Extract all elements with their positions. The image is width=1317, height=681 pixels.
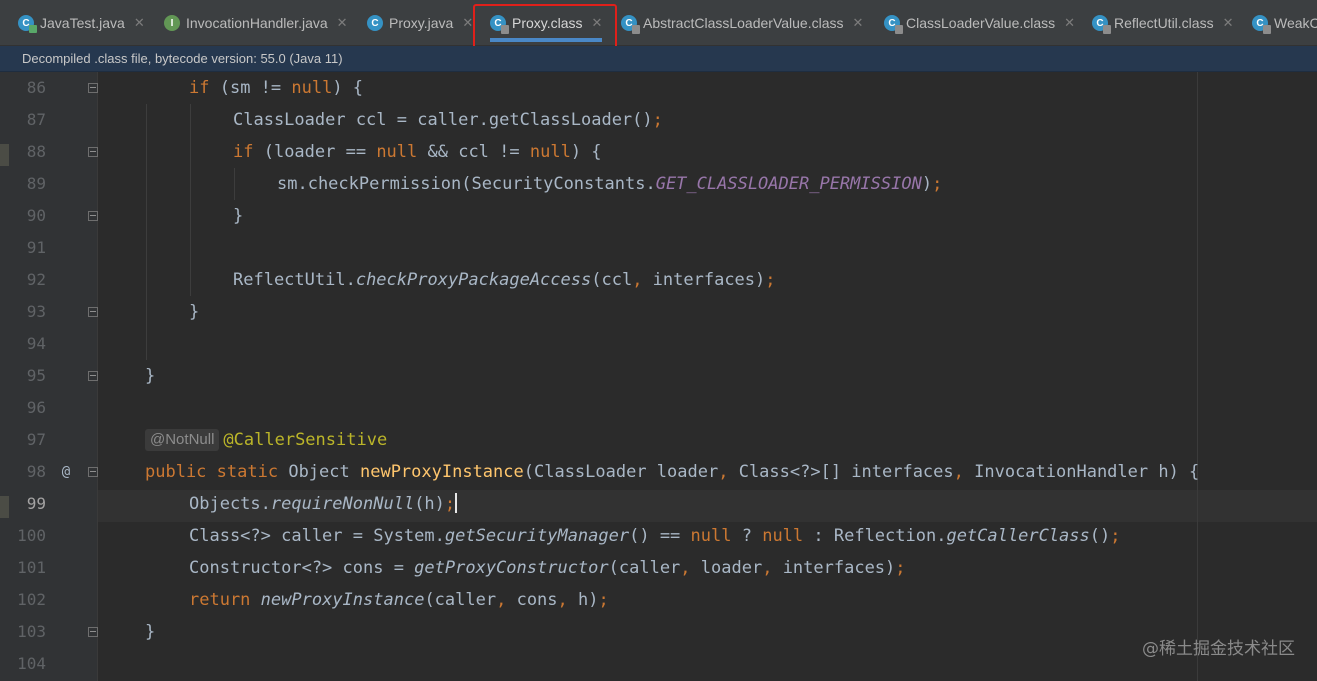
line-number: 100 xyxy=(17,526,46,545)
code-line-99[interactable]: Objects.requireNonNull(h); xyxy=(189,488,458,520)
tab-label: Proxy.java xyxy=(389,15,454,31)
indent-guide xyxy=(234,168,235,200)
line-number: 92 xyxy=(26,270,46,289)
indent-guide xyxy=(190,104,191,296)
fold-icon[interactable] xyxy=(88,147,98,157)
change-marker xyxy=(0,496,9,518)
code-line-90[interactable]: } xyxy=(233,200,243,232)
notnull-inlay-hint: @NotNull xyxy=(145,429,220,451)
line-number: 97 xyxy=(26,430,46,449)
right-margin-guide xyxy=(1197,72,1198,681)
code-line-88[interactable]: if (loader == null && ccl != null) { xyxy=(233,136,602,168)
code-line-87[interactable]: ClassLoader ccl = caller.getClassLoader(… xyxy=(233,104,663,136)
code-line-101[interactable]: Constructor<?> cons = getProxyConstructo… xyxy=(189,552,906,584)
tab-weak-class[interactable]: C WeakC xyxy=(1252,0,1317,45)
line-number: 93 xyxy=(26,302,46,321)
code-line-103[interactable]: } xyxy=(145,616,155,648)
code-line-86[interactable]: if (sm != null) { xyxy=(189,72,363,104)
override-marker-icon[interactable]: @ xyxy=(58,456,74,488)
line-number: 104 xyxy=(17,654,46,673)
compiled-class-icon: C xyxy=(621,15,640,34)
interface-file-icon: I xyxy=(164,15,180,31)
text-caret xyxy=(455,493,458,513)
close-icon[interactable]: ✕ xyxy=(853,15,864,31)
line-number: 88 xyxy=(26,142,46,161)
tab-label: ReflectUtil.class xyxy=(1114,15,1214,31)
line-number: 103 xyxy=(17,622,46,641)
tab-abstractclassloadervalue-class[interactable]: C AbstractClassLoaderValue.class ✕ xyxy=(621,0,864,45)
fold-icon[interactable] xyxy=(88,371,98,381)
tab-javatest-java[interactable]: C JavaTest.java ✕ xyxy=(18,0,145,45)
code-line-97[interactable]: @NotNull @CallerSensitive xyxy=(145,424,387,456)
code-line-89[interactable]: sm.checkPermission(SecurityConstants.GET… xyxy=(277,168,942,200)
tab-classloadervalue-class[interactable]: C ClassLoaderValue.class ✕ xyxy=(884,0,1075,45)
code-line-93[interactable]: } xyxy=(189,296,199,328)
close-icon[interactable]: ✕ xyxy=(462,15,473,31)
tab-reflectutil-class[interactable]: C ReflectUtil.class ✕ xyxy=(1092,0,1234,45)
line-number: 94 xyxy=(26,334,46,353)
code-line-98[interactable]: public static Object newProxyInstance(Cl… xyxy=(145,456,1199,488)
line-number: 86 xyxy=(26,78,46,97)
line-number: 89 xyxy=(26,174,46,193)
line-number: 102 xyxy=(17,590,46,609)
tab-label: WeakC xyxy=(1274,15,1317,31)
code-line-100[interactable]: Class<?> caller = System.getSecurityMana… xyxy=(189,520,1120,552)
tab-label: ClassLoaderValue.class xyxy=(906,15,1056,31)
line-number-current: 99 xyxy=(26,494,46,513)
fold-icon[interactable] xyxy=(88,83,98,93)
class-file-icon: C xyxy=(18,15,37,33)
code-line-102[interactable]: return newProxyInstance(caller, cons, h)… xyxy=(189,584,609,616)
tab-label: AbstractClassLoaderValue.class xyxy=(643,15,844,31)
close-icon[interactable]: ✕ xyxy=(134,15,145,31)
line-number: 101 xyxy=(17,558,46,577)
tab-invocationhandler-java[interactable]: I InvocationHandler.java ✕ xyxy=(164,0,348,45)
fold-icon[interactable] xyxy=(88,211,98,221)
line-number: 90 xyxy=(26,206,46,225)
fold-icon[interactable] xyxy=(88,467,98,477)
decompiled-banner: Decompiled .class file, bytecode version… xyxy=(0,46,1317,72)
line-number: 98 xyxy=(26,462,46,481)
compiled-class-icon: C xyxy=(884,15,903,34)
line-number: 87 xyxy=(26,110,46,129)
code-line-92[interactable]: ReflectUtil.checkProxyPackageAccess(ccl,… xyxy=(233,264,776,296)
tab-label: InvocationHandler.java xyxy=(186,15,328,31)
close-icon[interactable]: ✕ xyxy=(337,15,348,31)
close-icon[interactable]: ✕ xyxy=(1223,15,1234,31)
line-number: 91 xyxy=(26,238,46,257)
fold-icon[interactable] xyxy=(88,307,98,317)
watermark: @稀土掘金技术社区 xyxy=(1142,639,1295,659)
code-line-95[interactable]: } xyxy=(145,360,155,392)
indent-guide xyxy=(146,104,147,360)
fold-icon[interactable] xyxy=(88,627,98,637)
close-icon[interactable]: ✕ xyxy=(1064,15,1075,31)
compiled-class-icon: C xyxy=(1252,15,1271,34)
compiled-class-icon: C xyxy=(1092,15,1111,34)
left-marker-strip xyxy=(0,72,9,681)
line-number: 95 xyxy=(26,366,46,385)
change-marker xyxy=(0,144,9,166)
line-number: 96 xyxy=(26,398,46,417)
class-file-icon: C xyxy=(367,15,383,31)
tab-proxy-java[interactable]: C Proxy.java ✕ xyxy=(367,0,473,45)
tab-label: JavaTest.java xyxy=(40,15,125,31)
editor-tab-bar: C JavaTest.java ✕ I InvocationHandler.ja… xyxy=(0,0,1317,46)
